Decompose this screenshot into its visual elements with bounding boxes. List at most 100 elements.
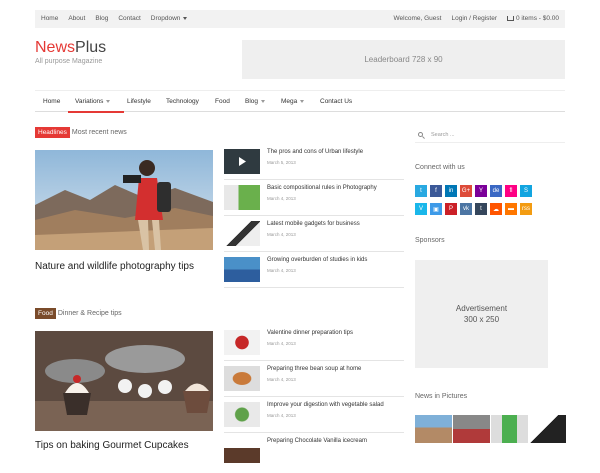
- list-item-title: Improve your digestion with vegetable sa…: [267, 402, 384, 408]
- headlines-feature-title[interactable]: Nature and wildlife photography tips: [35, 261, 194, 272]
- connect-heading: Connect with us: [415, 164, 465, 171]
- social-icon[interactable]: fl: [505, 185, 517, 197]
- list-item[interactable]: Preparing three bean soup at home March …: [224, 366, 404, 401]
- list-item[interactable]: Latest mobile gadgets for business March…: [224, 221, 404, 256]
- headlines-subtitle: Most recent news: [71, 129, 127, 136]
- top-link-contact[interactable]: Contact: [118, 15, 140, 22]
- cart-link[interactable]: 0 items - $0.00: [507, 15, 559, 22]
- list-item[interactable]: Valentine dinner preparation tips March …: [224, 330, 404, 365]
- top-link-blog[interactable]: Blog: [95, 15, 108, 22]
- main-nav: Home Variations Lifestyle Technology Foo…: [35, 90, 565, 113]
- nav-home[interactable]: Home: [43, 98, 60, 105]
- list-item-title: Latest mobile gadgets for business: [267, 221, 360, 227]
- site-logo[interactable]: NewsPlus: [35, 39, 106, 57]
- sponsors-heading: Sponsors: [415, 237, 445, 244]
- food-heading: Food Dinner & Recipe tips: [35, 308, 122, 319]
- thumbnail-image: [224, 221, 260, 246]
- list-item-title: The pros and cons of Urban lifestyle: [267, 149, 364, 155]
- divider: [224, 179, 404, 180]
- social-icon[interactable]: G+: [460, 185, 472, 197]
- top-link-dropdown-label: Dropdown: [150, 15, 181, 22]
- nav-technology[interactable]: Technology: [166, 98, 199, 105]
- nav-contact-us[interactable]: Contact Us: [320, 98, 352, 105]
- top-links: Home About Blog Contact Dropdown: [41, 15, 188, 22]
- news-picture[interactable]: [529, 415, 566, 443]
- social-icon[interactable]: t: [475, 203, 487, 215]
- list-item[interactable]: Growing overburden of studies in kids Ma…: [224, 257, 404, 292]
- news-picture[interactable]: [491, 415, 528, 443]
- list-item[interactable]: Basic compositional rules in Photography…: [224, 185, 404, 220]
- thumbnail-image: [224, 149, 260, 174]
- list-item-date: March 4, 2013: [267, 232, 296, 237]
- nav-lifestyle[interactable]: Lifestyle: [127, 98, 151, 105]
- food-subtitle: Dinner & Recipe tips: [57, 310, 122, 317]
- thumbnail-image: [224, 185, 260, 210]
- caret-down-icon: [106, 99, 111, 103]
- news-pictures-grid: [415, 415, 566, 443]
- social-icon[interactable]: ☁: [490, 203, 502, 215]
- cupcakes-image: [35, 331, 213, 431]
- thumbnail-image: [224, 257, 260, 282]
- list-item-title: Valentine dinner preparation tips: [267, 330, 353, 336]
- play-icon: [224, 149, 260, 174]
- nav-blog[interactable]: Blog: [245, 98, 266, 105]
- nav-blog-label: Blog: [245, 98, 259, 105]
- divider: [224, 396, 404, 397]
- list-item-date: March 4, 2013: [267, 341, 296, 346]
- photographer-image: [35, 150, 213, 250]
- list-item-title: Preparing three bean soup at home: [267, 366, 362, 372]
- list-item-title: Preparing Chocolate Vanilla icecream: [267, 438, 367, 444]
- list-item[interactable]: Improve your digestion with vegetable sa…: [224, 402, 404, 437]
- headlines-badge[interactable]: Headlines: [35, 127, 70, 138]
- social-icon[interactable]: f: [430, 185, 442, 197]
- list-item-title: Basic compositional rules in Photography: [267, 185, 377, 191]
- social-icon[interactable]: vk: [460, 203, 472, 215]
- top-link-home[interactable]: Home: [41, 15, 58, 22]
- headlines-heading: Headlines Most recent news: [35, 127, 127, 138]
- social-icon[interactable]: in: [445, 185, 457, 197]
- divider: [224, 287, 404, 288]
- top-link-dropdown[interactable]: Dropdown: [151, 15, 188, 22]
- news-picture[interactable]: [415, 415, 452, 443]
- nav-food[interactable]: Food: [215, 98, 230, 105]
- list-item[interactable]: Preparing Chocolate Vanilla icecream: [224, 438, 404, 473]
- news-in-pictures-heading: News in Pictures: [415, 393, 468, 400]
- caret-down-icon: [300, 99, 305, 103]
- nav-variations[interactable]: Variations: [68, 91, 124, 113]
- social-icon[interactable]: S: [520, 185, 532, 197]
- nav-mega[interactable]: Mega: [281, 98, 305, 105]
- social-icon[interactable]: V: [415, 203, 427, 215]
- leaderboard-ad[interactable]: Leaderboard 728 x 90: [242, 40, 565, 79]
- food-feature-image[interactable]: [35, 331, 213, 431]
- caret-down-icon: [261, 99, 266, 103]
- thumbnail-image: [224, 438, 260, 463]
- search-icon: [418, 132, 423, 137]
- thumbnail-image: [224, 330, 260, 355]
- food-badge[interactable]: Food: [35, 308, 56, 319]
- search-placeholder: Search ...: [431, 132, 455, 138]
- advertisement-box[interactable]: Advertisement 300 x 250: [415, 260, 548, 368]
- ad-size: 300 x 250: [463, 315, 500, 324]
- food-feature-title[interactable]: Tips on baking Gourmet Cupcakes: [35, 440, 189, 451]
- divider: [224, 251, 404, 252]
- top-link-about[interactable]: About: [68, 15, 85, 22]
- headlines-feature-image[interactable]: [35, 150, 213, 250]
- social-icon[interactable]: ▬: [505, 203, 517, 215]
- list-item-title: Growing overburden of studies in kids: [267, 257, 368, 263]
- news-picture[interactable]: [453, 415, 490, 443]
- list-item[interactable]: The pros and cons of Urban lifestyle Mar…: [224, 149, 404, 184]
- social-icon[interactable]: de: [490, 185, 502, 197]
- social-icon[interactable]: P: [445, 203, 457, 215]
- social-icons-row-2: V ▣ Pvk t ☁ ▬ rss: [415, 203, 532, 215]
- social-icon[interactable]: ▣: [430, 203, 442, 215]
- social-icon[interactable]: rss: [520, 203, 532, 215]
- nav-mega-label: Mega: [281, 98, 298, 105]
- search-box[interactable]: Search ...: [415, 129, 565, 143]
- cart-summary: 0 items - $0.00: [516, 15, 559, 22]
- site-tagline: All purpose Magazine: [35, 58, 103, 65]
- caret-down-icon: [183, 16, 188, 20]
- login-register-link[interactable]: Login / Register: [451, 15, 497, 22]
- list-item-date: March 4, 2013: [267, 413, 296, 418]
- social-icon[interactable]: t: [415, 185, 427, 197]
- social-icon[interactable]: Y: [475, 185, 487, 197]
